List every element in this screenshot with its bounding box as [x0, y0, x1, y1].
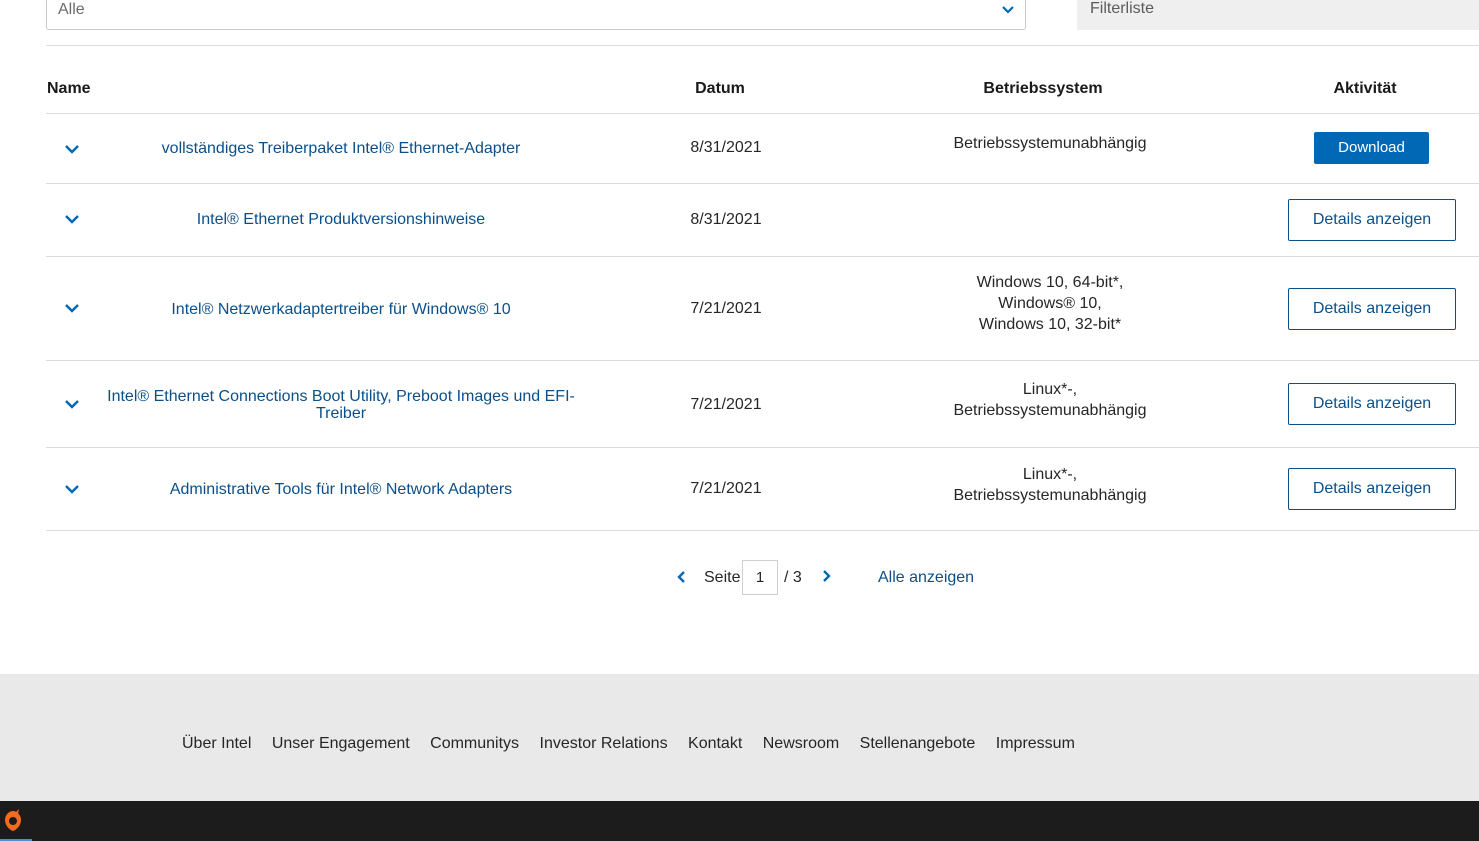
row-os: Linux*-, Betriebssystemunabhängig [900, 464, 1200, 506]
row-os: Windows 10, 64-bit*, Windows® 10, Window… [900, 272, 1200, 335]
divider [46, 530, 1479, 531]
download-button[interactable]: Download [1314, 132, 1429, 164]
divider [46, 45, 1479, 46]
chevron-right-icon[interactable] [821, 569, 833, 583]
page-total: / 3 [784, 569, 802, 586]
details-button[interactable]: Details anzeigen [1288, 288, 1456, 330]
show-all-link[interactable]: Alle anzeigen [878, 569, 974, 587]
row-os: Betriebssystemunabhängig [900, 133, 1200, 154]
row-os-line: Windows 10, 64-bit*, [976, 274, 1124, 291]
footer-link-jobs[interactable]: Stellenangebote [860, 735, 976, 753]
row-os-line: Betriebssystemunabhängig [953, 402, 1147, 419]
row-name-line: Intel® Ethernet Connections Boot Utility… [107, 388, 575, 405]
pagination: Seite 1 / 3 Alle anzeigen [670, 560, 990, 595]
row-date: 8/31/2021 [690, 211, 762, 228]
table-header: Name Datum Betriebssystem Aktivität [0, 78, 1479, 100]
category-select[interactable]: Alle [46, 0, 1026, 30]
row-name-link[interactable]: Intel® Ethernet Connections Boot Utility… [101, 388, 581, 422]
footer-link-imprint[interactable]: Impressum [996, 735, 1075, 753]
page-label: Seite [704, 569, 741, 586]
chevron-down-icon [1002, 6, 1014, 14]
row-name-link[interactable]: Administrative Tools für Intel® Network … [101, 481, 581, 498]
row-name-link[interactable]: Intel® Netzwerkadaptertreiber für Window… [101, 301, 581, 318]
footer: Über Intel Unser Engagement Communitys I… [0, 674, 1479, 801]
column-header-name[interactable]: Name [47, 80, 91, 98]
row-os-line: Betriebssystemunabhängig [953, 135, 1147, 152]
table-row: Intel® Ethernet Produktversionshinweise … [46, 183, 1479, 257]
row-date: 8/31/2021 [690, 139, 762, 156]
table-row: vollständiges Treiberpaket Intel® Ethern… [46, 113, 1479, 184]
details-button[interactable]: Details anzeigen [1288, 199, 1456, 241]
taskbar [0, 801, 1479, 841]
row-os-line: Linux*-, [1022, 381, 1078, 398]
filter-list-placeholder: Filterliste [1090, 0, 1155, 17]
table-row: Administrative Tools für Intel® Network … [46, 447, 1479, 531]
row-os-line: Linux*-, [1022, 466, 1078, 483]
chevron-down-icon[interactable] [63, 483, 81, 495]
details-button[interactable]: Details anzeigen [1288, 383, 1456, 425]
table-row: Intel® Ethernet Connections Boot Utility… [46, 360, 1479, 448]
chevron-down-icon[interactable] [63, 302, 81, 314]
row-date: 7/21/2021 [690, 396, 762, 413]
row-name-link[interactable]: Intel® Ethernet Produktversionshinweise [101, 211, 581, 228]
row-os-line: Windows 10, 32-bit* [978, 316, 1122, 333]
footer-link-about[interactable]: Über Intel [182, 735, 251, 753]
chevron-down-icon[interactable] [63, 213, 81, 225]
row-name-link[interactable]: vollständiges Treiberpaket Intel® Ethern… [101, 140, 581, 157]
column-header-activity: Aktivität [1333, 80, 1397, 97]
footer-link-engagement[interactable]: Unser Engagement [272, 735, 410, 753]
row-name-line: Treiber [315, 405, 367, 422]
origin-app-icon[interactable] [2, 809, 24, 833]
footer-link-communities[interactable]: Communitys [430, 735, 519, 753]
row-os-line: Betriebssystemunabhängig [953, 487, 1147, 504]
table-row: Intel® Netzwerkadaptertreiber für Window… [46, 256, 1479, 361]
footer-links: Über Intel Unser Engagement Communitys I… [182, 735, 1091, 753]
filter-list-input[interactable]: Filterliste [1077, 0, 1479, 30]
footer-link-contact[interactable]: Kontakt [688, 735, 742, 753]
row-os-line: Windows® 10, [998, 295, 1102, 312]
row-date: 7/21/2021 [690, 480, 762, 497]
footer-link-investor-relations[interactable]: Investor Relations [540, 735, 668, 753]
details-button[interactable]: Details anzeigen [1288, 468, 1456, 510]
row-date: 7/21/2021 [690, 300, 762, 317]
category-select-value: Alle [58, 1, 85, 18]
chevron-left-icon[interactable] [675, 570, 687, 584]
chevron-down-icon[interactable] [63, 143, 81, 155]
footer-link-newsroom[interactable]: Newsroom [763, 735, 839, 753]
column-header-date[interactable]: Datum [640, 80, 800, 98]
chevron-down-icon[interactable] [63, 398, 81, 410]
row-os: Linux*-, Betriebssystemunabhängig [900, 379, 1200, 421]
page-number-input[interactable]: 1 [742, 560, 778, 595]
column-header-os[interactable]: Betriebssystem [943, 80, 1143, 98]
